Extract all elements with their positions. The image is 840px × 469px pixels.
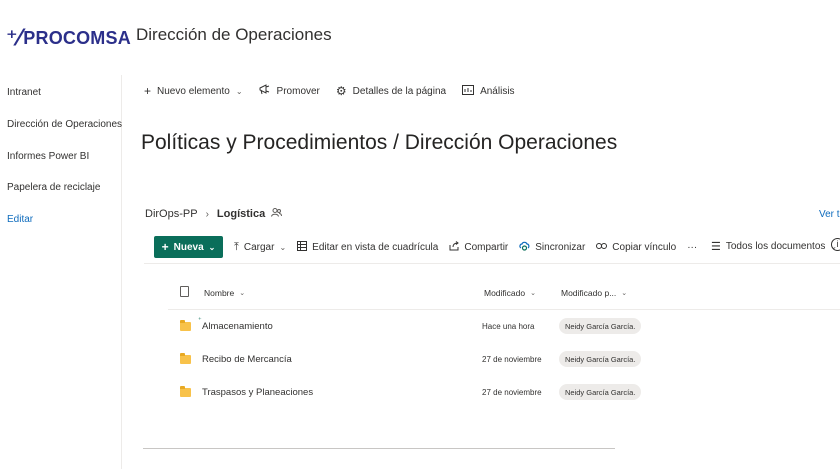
page-title: Políticas y Procedimientos / Dirección O… [141,131,618,154]
procomsa-logo-mark: ⁺⁄ [6,26,22,51]
divider [168,309,840,310]
link-icon [596,241,608,253]
chart-icon [462,84,475,98]
chevron-down-icon: ⌄ [208,242,216,252]
grid-edit-label: Editar en vista de cuadrícula [312,241,439,253]
nav-edit-link[interactable]: Editar [7,214,33,225]
row-modified-by[interactable]: Neidy García García. [559,318,642,334]
upload-label: Cargar [243,241,275,253]
upload-button[interactable]: ⤒ Cargar ⌄ [234,241,286,254]
grid-icon [297,240,308,254]
page-details-label: Detalles de la página [352,85,447,97]
procomsa-logo[interactable]: ⁺⁄ PROCOMSA [6,26,131,51]
table-row[interactable]: ⁺ Almacenamiento Hace una hora Neidy Gar… [0,311,840,341]
new-item-button[interactable]: + Nuevo elemento ⌄ [144,84,243,98]
row-name[interactable]: Almacenamiento [202,321,273,332]
row-modified: 27 de noviembre [482,388,542,397]
divider [144,263,840,264]
column-header-modified-by[interactable]: Modificado p... ⌄ [561,288,627,298]
new-button[interactable]: + Nueva ⌄ [154,236,223,258]
table-row[interactable]: Traspasos y Planeaciones 27 de noviembre… [0,377,840,407]
copy-link-label: Copiar vínculo [612,241,677,253]
page-command-bar: + Nuevo elemento ⌄ Promover ⚙ Detalles d… [144,84,531,98]
site-title[interactable]: Dirección de Operaciones [136,25,332,45]
chevron-right-icon: › [205,208,209,220]
divider [143,448,615,449]
column-header-modified[interactable]: Modificado ⌄ [484,288,536,298]
sync-icon [519,241,530,254]
row-modified-by[interactable]: Neidy García García. [559,351,642,367]
chevron-down-icon: ⌄ [279,242,287,252]
nav-item-intranet[interactable]: Intranet [7,87,41,98]
left-navigation: Intranet Dirección de Operaciones Inform… [0,75,122,469]
row-modified-by[interactable]: Neidy García García. [559,384,642,400]
library-command-bar: + Nueva ⌄ ⤒ Cargar ⌄ Editar en vista de … [154,236,708,258]
file-icon[interactable] [180,286,189,297]
share-icon [449,240,460,254]
row-modified: Hace una hora [482,322,535,331]
nav-item-recycle-bin[interactable]: Papelera de reciclaje [7,182,100,193]
row-name[interactable]: Recibo de Mercancía [202,354,292,365]
breadcrumb-current: Logística [216,208,266,220]
folder-icon [180,386,191,397]
breadcrumb: DirOps-PP › Logística [145,208,283,220]
see-all-link[interactable]: Ver to [819,209,840,220]
new-button-label: Nueva [173,241,204,253]
sync-label: Sincronizar [535,241,586,253]
column-header-name-label: Nombre [204,288,235,298]
upload-icon: ⤒ [234,240,239,253]
promote-button[interactable]: Promover [259,84,320,98]
column-header-modified-label: Modificado [484,288,526,298]
column-header-name[interactable]: Nombre ⌄ [204,288,245,298]
table-row[interactable]: Recibo de Mercancía 27 de noviembre Neid… [0,344,840,374]
folder-icon [180,353,191,364]
new-item-label: Nuevo elemento [157,85,230,97]
nav-item-informes-power-bi[interactable]: Informes Power BI [7,151,89,162]
row-modified: 27 de noviembre [482,355,542,364]
chevron-down-icon: ⌄ [530,290,536,297]
nav-item-direccion-operaciones[interactable]: Dirección de Operaciones [7,119,122,130]
view-selector-label: Todos los documentos [725,241,826,252]
more-icon: ··· [687,241,698,253]
megaphone-icon [259,84,271,98]
share-label: Compartir [464,241,509,253]
procomsa-logo-text: PROCOMSA [23,28,131,48]
analytics-label: Análisis [480,85,515,97]
gear-icon: ⚙ [335,84,347,98]
promote-label: Promover [276,85,320,97]
group-icon[interactable] [271,208,283,220]
plus-icon: + [144,84,152,98]
view-selector[interactable]: ☰ Todos los documentos ⌄ [711,240,837,253]
page-details-button[interactable]: ⚙ Detalles de la página [336,84,446,98]
breadcrumb-root[interactable]: DirOps-PP [145,208,198,220]
column-header-modified-by-label: Modificado p... [561,288,617,298]
row-name[interactable]: Traspasos y Planeaciones [202,387,313,398]
more-actions-button[interactable]: ··· [687,242,697,253]
grid-edit-button[interactable]: Editar en vista de cuadrícula [297,240,439,254]
folder-icon [180,320,191,331]
sync-button[interactable]: Sincronizar [519,241,585,254]
chevron-down-icon: ⌄ [239,290,246,297]
plus-icon: + [161,240,169,254]
copy-link-button[interactable]: Copiar vínculo [596,241,676,253]
info-icon[interactable]: i [831,238,840,251]
list-icon: ☰ [711,241,721,253]
share-button[interactable]: Compartir [449,240,509,254]
chevron-down-icon: ⌄ [621,290,628,297]
chevron-down-icon: ⌄ [235,86,243,96]
analytics-button[interactable]: Análisis [462,84,515,98]
